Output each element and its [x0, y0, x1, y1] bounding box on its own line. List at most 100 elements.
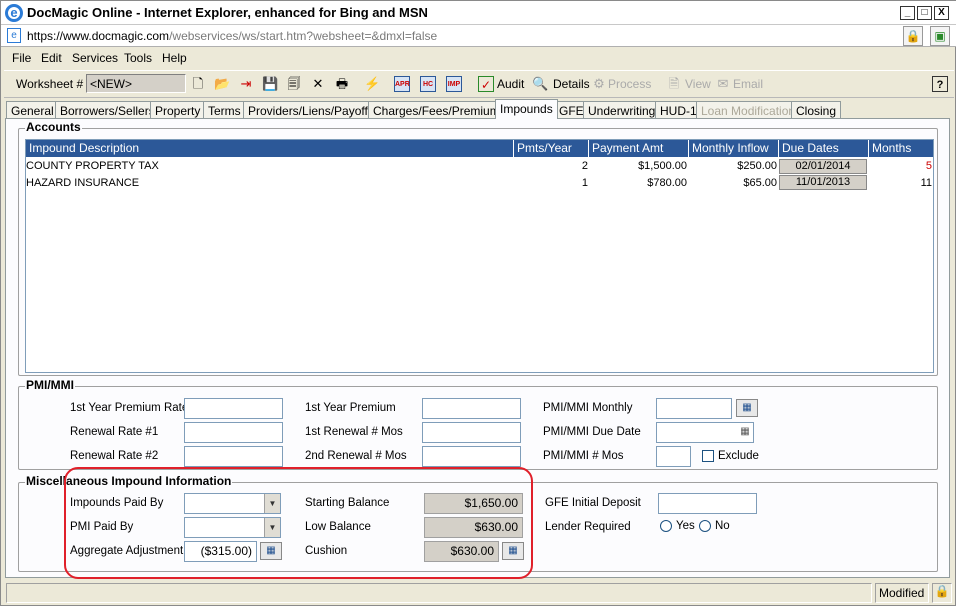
tab-hud1[interactable]: HUD-1: [655, 101, 702, 119]
save-icon[interactable]: 💾: [262, 76, 278, 92]
row1-monthly-inflow: $250.00: [737, 160, 777, 172]
minimize-button[interactable]: _: [900, 6, 915, 20]
worksheet-number-field[interactable]: <NEW>: [86, 74, 186, 93]
browser-window: e DocMagic Online - Internet Explorer, e…: [0, 0, 956, 606]
gfe-initial-deposit-input[interactable]: [658, 493, 757, 514]
tab-borrowers-sellers[interactable]: Borrowers/Sellers: [55, 101, 160, 119]
exclude-checkbox[interactable]: [702, 450, 714, 462]
email-button: Email: [733, 77, 764, 91]
row1-pmts-year: 2: [581, 160, 588, 172]
tab-terms[interactable]: Terms: [203, 101, 246, 119]
menu-tools[interactable]: Tools: [124, 51, 152, 65]
col-pmts-year[interactable]: Pmts/Year: [514, 140, 589, 157]
pmi-mos-label: PMI/MMI # Mos: [543, 450, 624, 462]
tab-property[interactable]: Property: [150, 101, 206, 119]
details-magnifier-icon[interactable]: 🔍: [532, 76, 548, 92]
calculator-icon[interactable]: ▦: [736, 399, 758, 417]
audit-checkbox-icon[interactable]: ✓: [478, 76, 494, 92]
maximize-button[interactable]: □: [917, 6, 932, 20]
lender-required-yes-radio[interactable]: [660, 520, 672, 532]
url-domain: docmagic.com: [91, 29, 170, 43]
highlight-annotation: [64, 467, 533, 579]
tab-impounds[interactable]: Impounds: [495, 99, 558, 119]
first-year-premium-input[interactable]: [422, 398, 521, 419]
help-icon[interactable]: ?: [932, 76, 948, 92]
row2-pmts-year: 1: [581, 177, 588, 189]
lender-required-label: Lender Required: [545, 521, 631, 533]
col-impound-description[interactable]: Impound Description: [26, 140, 514, 157]
calculate-icon[interactable]: ⚡: [364, 76, 380, 92]
row2-payment-amt: $780.00: [647, 177, 687, 189]
tab-charges[interactable]: Charges/Fees/Premiums: [368, 101, 511, 119]
url-prefix: https://www.: [27, 29, 92, 43]
row1-due-date[interactable]: 02/01/2014: [779, 159, 867, 174]
col-payment-amt[interactable]: Payment Amt: [589, 140, 689, 157]
import-icon[interactable]: ⇥: [238, 76, 254, 92]
delete-icon[interactable]: ✕: [310, 76, 326, 92]
menu-help[interactable]: Help: [162, 51, 187, 65]
row2-months: 11: [920, 177, 932, 189]
url-text[interactable]: https://www.docmagic.com/webservices/ws/…: [27, 29, 437, 43]
save-as-icon[interactable]: 🗐: [286, 76, 302, 92]
menu-file[interactable]: File: [12, 51, 31, 65]
renewal-rate-2-input[interactable]: [184, 446, 283, 467]
renewal-rate-1-input[interactable]: [184, 422, 283, 443]
lender-required-no-label: No: [715, 520, 730, 532]
row1-description: COUNTY PROPERTY TAX: [26, 160, 159, 172]
col-months[interactable]: Months: [869, 140, 933, 157]
process-button: Process: [608, 77, 652, 91]
row1-months: 5: [925, 160, 932, 172]
hc-icon[interactable]: HC: [420, 76, 436, 92]
pmi-monthly-input[interactable]: [656, 398, 732, 419]
renewal-rate-2-label: Renewal Rate #2: [70, 450, 159, 462]
menu-bar: File Edit Services Tools Help: [4, 47, 954, 69]
accounts-legend: Accounts: [25, 120, 82, 134]
tab-strip: General Borrowers/Sellers Property Terms…: [6, 99, 951, 119]
first-renewal-mos-input[interactable]: [422, 422, 521, 443]
worksheet-label: Worksheet #: [16, 77, 84, 91]
tab-closing[interactable]: Closing: [791, 101, 842, 119]
view-icon: 🗎: [668, 76, 680, 91]
modified-status: Modified: [875, 583, 929, 603]
new-document-icon[interactable]: 🗋: [190, 76, 206, 92]
col-due-dates[interactable]: Due Dates: [779, 140, 869, 157]
menu-edit[interactable]: Edit: [41, 51, 62, 65]
imp-icon[interactable]: IMP: [446, 76, 462, 92]
apr-icon[interactable]: APR: [394, 76, 410, 92]
lock-icon[interactable]: 🔒: [903, 26, 923, 46]
exclude-label: Exclude: [718, 450, 759, 462]
pmi-legend: PMI/MMI: [25, 378, 75, 392]
first-year-premium-rate-input[interactable]: [184, 398, 283, 419]
page-icon: e: [7, 28, 21, 43]
compat-view-icon[interactable]: ▣: [930, 26, 950, 46]
second-renewal-mos-input[interactable]: [422, 446, 521, 467]
calendar-icon[interactable]: ▦: [737, 424, 753, 440]
row2-due-date[interactable]: 11/01/2013: [779, 175, 867, 190]
tab-underwriting[interactable]: Underwriting: [583, 101, 661, 119]
pmi-monthly-label: PMI/MMI Monthly: [543, 402, 633, 414]
view-button: View: [685, 77, 711, 91]
row1-payment-amt: $1,500.00: [638, 160, 687, 172]
renewal-rate-1-label: Renewal Rate #1: [70, 426, 159, 438]
audit-button[interactable]: Audit: [497, 77, 524, 91]
open-folder-icon[interactable]: 📂: [214, 76, 230, 92]
internet-explorer-icon: e: [5, 4, 23, 22]
first-year-premium-label: 1st Year Premium: [305, 402, 396, 414]
tab-general[interactable]: General: [6, 101, 59, 119]
window-title: DocMagic Online - Internet Explorer, enh…: [27, 5, 428, 20]
first-year-premium-rate-label: 1st Year Premium Rate: [70, 402, 189, 414]
accounts-grid[interactable]: Impound Description Pmts/Year Payment Am…: [25, 139, 934, 373]
print-icon[interactable]: 🖶: [334, 76, 350, 92]
close-button[interactable]: X: [934, 6, 949, 20]
first-renewal-mos-label: 1st Renewal # Mos: [305, 426, 403, 438]
pmi-due-date-label: PMI/MMI Due Date: [543, 426, 641, 438]
address-bar[interactable]: e https://www.docmagic.com/webservices/w…: [1, 25, 956, 47]
pmi-mos-input[interactable]: [656, 446, 691, 467]
lender-required-no-radio[interactable]: [699, 520, 711, 532]
tab-providers[interactable]: Providers/Liens/Payoffs: [243, 101, 379, 119]
menu-services[interactable]: Services: [72, 51, 118, 65]
details-button[interactable]: Details: [553, 77, 590, 91]
email-icon: ✉: [717, 76, 729, 91]
col-monthly-inflow[interactable]: Monthly Inflow: [689, 140, 779, 157]
row2-description: HAZARD INSURANCE: [26, 177, 140, 189]
